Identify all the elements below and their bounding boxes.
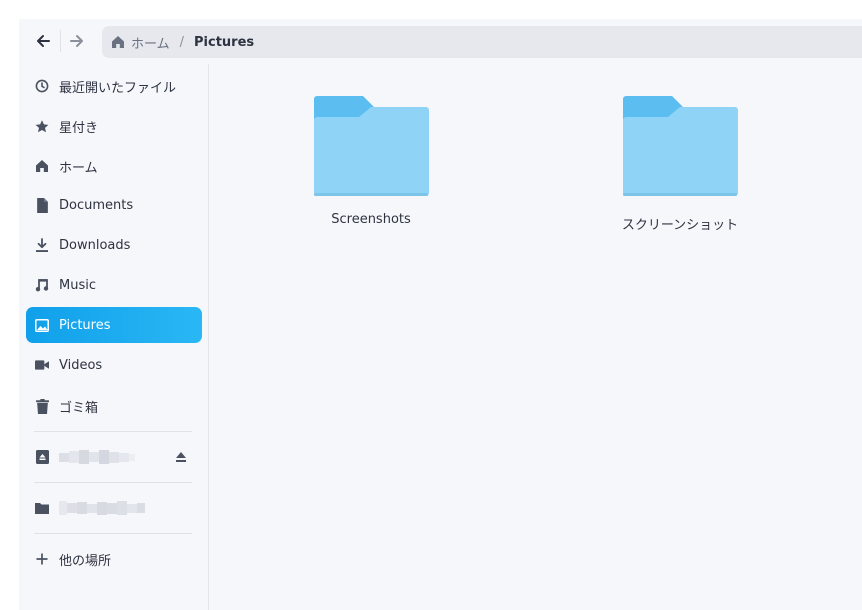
download-icon (35, 237, 49, 252)
clock-icon (35, 79, 49, 93)
breadcrumb-home-label: ホーム (131, 36, 170, 52)
sidebar-item-starred[interactable]: 星付き (26, 108, 202, 144)
video-icon (35, 358, 49, 372)
drive-icon (35, 450, 49, 464)
back-button[interactable] (29, 27, 57, 55)
sidebar-item-trash[interactable]: ゴミ箱 (26, 388, 202, 424)
breadcrumb-current[interactable]: Pictures (194, 35, 254, 50)
sidebar: 最近開いたファイル 星付き ホーム Documents Downloads Mu… (19, 64, 209, 610)
sidebar-item-label: 他の場所 (59, 553, 112, 569)
redacted-label (59, 450, 135, 464)
sidebar-item-label: 最近開いたファイル (59, 80, 177, 96)
folder-name: スクリーンショット (621, 218, 739, 233)
nav-separator (60, 30, 61, 52)
sidebar-item-label: ゴミ箱 (59, 400, 99, 416)
sidebar-item-home[interactable]: ホーム (26, 148, 202, 184)
sidebar-item-recent[interactable]: 最近開いたファイル (26, 68, 202, 104)
sidebar-divider (34, 533, 192, 534)
sidebar-item-drive[interactable] (26, 439, 202, 475)
path-bar[interactable]: ホーム / Pictures (102, 26, 862, 58)
star-icon (35, 119, 49, 133)
sidebar-item-label: Videos (59, 357, 103, 373)
folder-name: Screenshots (331, 212, 411, 227)
redacted-label (59, 501, 145, 515)
sidebar-item-label: Music (59, 277, 96, 293)
trash-icon (35, 398, 49, 414)
sidebar-item-music[interactable]: Music (26, 267, 202, 303)
folder-item[interactable]: Screenshots (296, 94, 446, 227)
sidebar-divider (34, 482, 192, 483)
arrow-right-icon (70, 35, 83, 47)
sidebar-item-label: 星付き (59, 120, 99, 136)
file-view: Screenshots スクリーンショット (210, 64, 862, 610)
header-bar: ホーム / Pictures (19, 19, 862, 64)
sidebar-item-pictures[interactable]: Pictures (26, 307, 202, 343)
file-manager-window: ホーム / Pictures 最近開いたファイル 星付き ホーム Documen… (19, 19, 862, 610)
sidebar-item-downloads[interactable]: Downloads (26, 227, 202, 263)
eject-icon[interactable] (174, 450, 188, 464)
folder-icon (35, 501, 49, 515)
home-icon (35, 159, 49, 173)
arrow-left-icon (37, 35, 50, 47)
music-icon (35, 278, 49, 292)
sidebar-divider (34, 431, 192, 432)
breadcrumb-home[interactable]: ホーム (111, 33, 170, 52)
sidebar-item-videos[interactable]: Videos (26, 347, 202, 383)
folder-icon (314, 96, 429, 196)
breadcrumb-separator: / (179, 34, 185, 50)
folder-icon (623, 96, 738, 196)
document-icon (35, 197, 49, 213)
plus-icon (35, 552, 49, 566)
forward-button[interactable] (63, 27, 91, 55)
sidebar-item-label: Downloads (59, 237, 131, 253)
sidebar-item-other-locations[interactable]: 他の場所 (26, 541, 202, 577)
sidebar-item-documents[interactable]: Documents (26, 187, 202, 223)
sidebar-item-label: Documents (59, 197, 134, 213)
sidebar-item-bookmark-folder[interactable] (26, 490, 202, 526)
folder-item[interactable]: スクリーンショット (605, 94, 755, 233)
home-icon (112, 36, 124, 48)
sidebar-item-label: ホーム (59, 160, 98, 176)
sidebar-item-label: Pictures (59, 317, 111, 333)
image-icon (35, 318, 49, 332)
